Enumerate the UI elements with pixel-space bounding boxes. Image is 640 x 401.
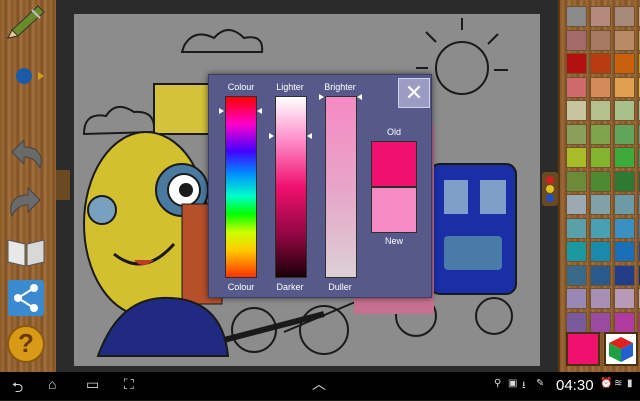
brighter-label: Brighter: [324, 82, 356, 92]
palette-swatch[interactable]: [590, 123, 611, 145]
duller-label: Duller: [328, 282, 352, 292]
palette-swatch[interactable]: [614, 311, 635, 333]
darker-label: Darker: [276, 282, 304, 292]
help-label: ?: [18, 328, 34, 358]
palette-swatch[interactable]: [614, 100, 635, 121]
alarm-icon: ⏰: [600, 378, 613, 389]
wifi-icon: ≋: [614, 378, 623, 389]
download-icon: ⭳: [522, 380, 526, 391]
palette-swatch[interactable]: [566, 311, 587, 333]
edit-icon: ✎: [536, 378, 545, 389]
color-swatch-grid: [566, 6, 640, 336]
system-nav-bar: ⮌ ⌂ ▭ ⛶ ︿ ⚲ ▣ ⭳ ✎ 04:30 ⏰ ≋ ▮: [0, 372, 640, 400]
pencil-icon[interactable]: [4, 2, 48, 42]
color-cube-icon[interactable]: [604, 332, 638, 366]
lightness-slider[interactable]: [275, 96, 307, 278]
undo-icon[interactable]: [4, 134, 48, 174]
hue-slider-handle-left[interactable]: [219, 108, 224, 114]
menu-up-icon[interactable]: ︿: [312, 374, 326, 394]
palette-swatch[interactable]: [566, 6, 587, 27]
palette-swatch[interactable]: [614, 288, 635, 309]
selected-color-swatch[interactable]: [566, 332, 600, 366]
palette-swatch[interactable]: [614, 76, 635, 98]
palette-swatch[interactable]: [566, 241, 587, 262]
palette-swatch[interactable]: [590, 217, 611, 239]
new-label: New: [384, 236, 403, 246]
palette-swatch[interactable]: [614, 264, 635, 286]
usb-icon: ⚲: [494, 378, 502, 389]
recent-apps-icon[interactable]: ▭: [86, 376, 99, 393]
palette-swatch[interactable]: [590, 53, 611, 74]
palette-swatch[interactable]: [590, 29, 611, 51]
palette-swatch[interactable]: [566, 123, 587, 145]
palette-swatch[interactable]: [614, 241, 635, 262]
palette-swatch[interactable]: [614, 123, 635, 145]
brush-size-icon[interactable]: [4, 58, 48, 98]
hue-slider[interactable]: [225, 96, 257, 278]
book-icon[interactable]: [4, 232, 48, 272]
share-icon[interactable]: [4, 278, 48, 318]
hue-slider-handle-right[interactable]: [257, 108, 262, 114]
palette-swatch[interactable]: [566, 264, 587, 286]
palette-swatch[interactable]: [566, 288, 587, 309]
screenshot-icon[interactable]: ⛶: [124, 376, 134, 393]
palette-swatch[interactable]: [614, 170, 635, 192]
gallery-icon: ▣: [508, 378, 518, 389]
palette-swatch[interactable]: [614, 29, 635, 51]
palette-swatch[interactable]: [590, 241, 611, 262]
palette-swatch[interactable]: [566, 217, 587, 239]
saturation-slider[interactable]: [325, 96, 357, 278]
new-color-swatch[interactable]: [371, 187, 417, 233]
home-icon[interactable]: ⌂: [48, 376, 56, 392]
back-icon[interactable]: ⮌: [12, 377, 23, 401]
palette-swatch[interactable]: [566, 147, 587, 168]
palette-swatch[interactable]: [614, 217, 635, 239]
palette-toggle[interactable]: [542, 172, 558, 206]
palette-swatch[interactable]: [590, 194, 611, 215]
colour-label-bottom: Colour: [227, 282, 255, 292]
palette-swatch[interactable]: [590, 288, 611, 309]
palette-swatch[interactable]: [590, 311, 611, 333]
help-icon[interactable]: ?: [4, 324, 48, 364]
palette-swatch[interactable]: [614, 194, 635, 215]
lighter-label: Lighter: [276, 82, 304, 92]
palette-swatch[interactable]: [590, 76, 611, 98]
old-label: Old: [386, 127, 401, 137]
palette-swatch[interactable]: [566, 29, 587, 51]
palette-swatch[interactable]: [566, 76, 587, 98]
palette-swatch[interactable]: [614, 147, 635, 168]
palette-swatch[interactable]: [566, 53, 587, 74]
palette-swatch[interactable]: [590, 264, 611, 286]
color-picker-dialog: Colour Lighter Brighter Colour Darker Du…: [208, 74, 432, 298]
close-icon: ✕: [404, 80, 424, 105]
palette-swatch[interactable]: [590, 170, 611, 192]
colour-label-top: Colour: [227, 82, 255, 92]
palette-swatch[interactable]: [590, 6, 611, 27]
left-toolbar: ?: [0, 0, 58, 372]
battery-icon: ▮: [627, 378, 633, 389]
color-palette-panel: [542, 0, 640, 372]
palette-swatch[interactable]: [590, 100, 611, 121]
lightness-slider-handle-right[interactable]: [307, 133, 312, 139]
old-color-swatch: [371, 141, 417, 187]
palette-swatch[interactable]: [590, 147, 611, 168]
left-collapse-handle[interactable]: [56, 170, 70, 200]
saturation-slider-handle-right[interactable]: [357, 94, 362, 100]
palette-swatch[interactable]: [566, 170, 587, 192]
palette-swatch[interactable]: [614, 6, 635, 27]
saturation-slider-handle-left[interactable]: [319, 94, 324, 100]
lightness-slider-handle-left[interactable]: [269, 133, 274, 139]
clock: 04:30: [556, 377, 594, 394]
redo-icon[interactable]: [4, 182, 48, 222]
palette-swatch[interactable]: [614, 53, 635, 74]
close-button[interactable]: ✕: [398, 78, 430, 108]
palette-swatch[interactable]: [566, 100, 587, 121]
palette-swatch[interactable]: [566, 194, 587, 215]
